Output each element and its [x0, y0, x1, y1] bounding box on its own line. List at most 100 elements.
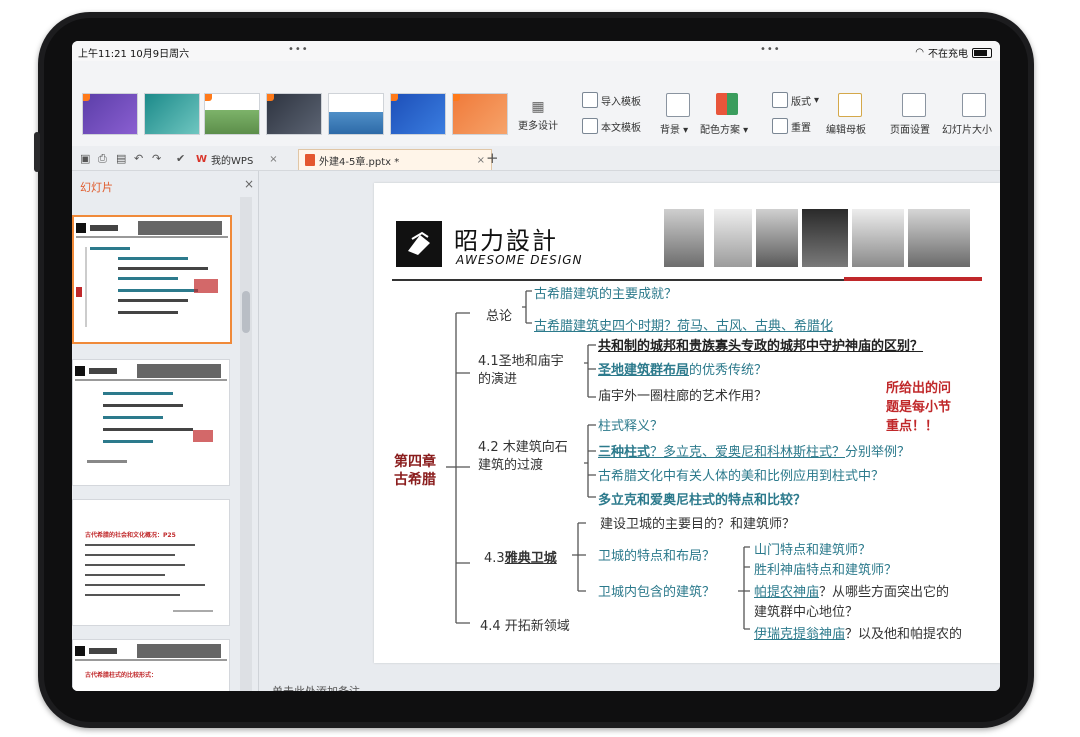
s41-item-3: 庙宇外一圈柱廊的艺术作用？	[598, 389, 768, 404]
slides-panel: 幻灯片 × 古代希腊的社会和文化概况：P25 古代希腊柱式的比较形式：	[72, 171, 259, 691]
new-tab-button[interactable]: +	[486, 149, 499, 167]
redo-icon[interactable]: ↷	[152, 152, 161, 165]
volume-button	[34, 132, 40, 172]
close-panel-icon[interactable]: ×	[244, 177, 254, 191]
section-4-1-node: 4.1圣地和庙宇 的演进	[478, 354, 564, 387]
s43-sub-2: 胜利神庙特点和建筑师？	[754, 563, 898, 578]
more-design-label: 更多设计	[518, 121, 558, 132]
s42-item-3: 古希腊文化中有关人体的美和比例应用到柱式中？	[598, 469, 885, 484]
grid-icon: ▦	[531, 99, 545, 115]
section-4-2-node: 4.2 木建筑向石 建筑的过渡	[478, 440, 568, 473]
premium-tag-icon	[391, 94, 398, 101]
document-tab-bar: ▣ ⎙ ▤ ↶ ↷ ✔ W 我的WPS × 外建4-5章.pptx * × +	[72, 146, 1000, 171]
reset-icon	[772, 118, 788, 134]
s43-sub-3-key: 帕提农神庙	[754, 585, 820, 600]
slide-canvas: 昭力設計 AWESOME DESIGN 第四章 古希腊 总论 古希腊建筑的主要成…	[262, 171, 1000, 691]
current-slide[interactable]: 昭力設計 AWESOME DESIGN 第四章 古希腊 总论 古希腊建筑的主要成…	[374, 183, 1000, 663]
overview-item-2: 古希腊建筑史四个时期？荷马、古风、古典、希腊化	[534, 319, 834, 334]
template-icon	[582, 118, 598, 134]
slide-thumb-4[interactable]: 古代希腊柱式的比较形式：	[72, 639, 230, 691]
page-setup-label: 页面设置	[890, 125, 930, 136]
slides-scrollbar[interactable]	[240, 197, 252, 691]
s41-item-2-rest: 的优秀传统？	[689, 363, 768, 378]
slide-thumb-3[interactable]: 古代希腊的社会和文化概况：P25	[72, 499, 230, 626]
background-icon	[666, 93, 690, 117]
s42-item-2-key: 三种柱式	[598, 445, 651, 460]
s42-item-2-mid: ？多立克、爱奥尼和科林斯柱式？	[650, 445, 846, 460]
page-setup-button[interactable]: 页面设置	[890, 121, 930, 136]
s43-sub-4-rest: ？以及他和帕提农的	[845, 627, 963, 642]
template-thumb-7[interactable]	[452, 93, 508, 135]
s43-sub-1: 山门特点和建筑师？	[754, 543, 872, 558]
slide-thumb-1[interactable]	[72, 215, 232, 344]
undo-icon[interactable]: ↶	[134, 152, 143, 165]
slide-thumb-4-heading: 古代希腊柱式的比较形式：	[85, 672, 158, 679]
status-time: 上午11:21 10月9日周六	[78, 45, 189, 60]
edit-master-button[interactable]: 编辑母板	[826, 121, 866, 136]
ios-status-bar: 上午11:21 10月9日周六 ••• ••• ◠ 不在充电	[72, 41, 1000, 61]
tablet-screen: 上午11:21 10月9日周六 ••• ••• ◠ 不在充电 ▦ 更多设计 导入…	[72, 41, 1000, 691]
s42-item-1: 柱式释义？	[598, 419, 664, 434]
background-button[interactable]: 背景 ▾	[660, 121, 688, 136]
premium-tag-icon	[83, 94, 90, 101]
import-template-label: 导入模板	[601, 96, 641, 108]
s42-item-2-tail: 分别举例？	[845, 445, 911, 460]
slide-size-label: 幻灯片大小	[942, 125, 992, 136]
body-template-label: 本文模板	[601, 122, 641, 134]
charging-text: 不在充电	[928, 49, 968, 60]
s43-title: 雅典卫城	[504, 551, 557, 566]
s43-sub-4-key: 伊瑞克提翁神庙	[754, 627, 846, 642]
template-thumb-3[interactable]	[204, 93, 260, 135]
s43-item-2: 卫城的特点和布局？	[598, 549, 716, 564]
s43-sub-3: 帕提农神庙？从哪些方面突出它的	[754, 581, 949, 600]
status-right: ◠ 不在充电	[915, 45, 992, 60]
tab-my-wps[interactable]: W 我的WPS ×	[190, 149, 284, 169]
time-text: 上午11:21	[78, 49, 127, 60]
slides-panel-title: 幻灯片	[80, 181, 113, 194]
s43-sub-3-rest: ？从哪些方面突出它的	[819, 585, 950, 600]
slide-thumb-2[interactable]	[72, 359, 230, 486]
tab-document-label: 外建4-5章.pptx *	[319, 156, 400, 168]
slide-thumb-1-preview	[76, 221, 228, 327]
check-icon[interactable]: ✔	[176, 152, 185, 165]
page-setup-icon	[902, 93, 926, 117]
overview-node: 总论	[486, 309, 513, 324]
tab-document[interactable]: 外建4-5章.pptx * ×	[298, 149, 492, 170]
template-thumb-1[interactable]	[82, 93, 138, 135]
premium-tag-icon	[205, 94, 212, 101]
multitask-dots-right[interactable]: •••	[760, 44, 781, 55]
template-thumb-4[interactable]	[266, 93, 322, 135]
s41-item-2: 圣地建筑群布局的优秀传统？	[598, 359, 767, 378]
more-design-button[interactable]: ▦ 更多设计	[518, 99, 558, 132]
color-scheme-icon	[716, 93, 738, 115]
s41-item-1: 共和制的城邦和贵族寡头专政的城邦中守护神庙的区别？	[598, 339, 924, 354]
template-thumb-6[interactable]	[390, 93, 446, 135]
slide-size-button[interactable]: 幻灯片大小	[942, 121, 992, 136]
tab-close-icon[interactable]: ×	[269, 154, 277, 165]
template-thumb-2[interactable]	[144, 93, 200, 135]
layout-button[interactable]: 版式 ▾	[772, 92, 819, 108]
color-scheme-button[interactable]: 配色方案 ▾	[700, 121, 748, 136]
s43-item-3: 卫城内包含的建筑？	[598, 585, 716, 600]
pptx-file-icon	[305, 154, 315, 166]
body-template-button[interactable]: 本文模板	[582, 118, 641, 134]
multitask-dots-left[interactable]: •••	[288, 44, 309, 55]
print-icon[interactable]: ⎙	[98, 152, 107, 166]
slide-size-icon	[962, 93, 986, 117]
s41-item-2-key: 圣地建筑群布局	[598, 363, 690, 378]
reset-button[interactable]: 重置	[772, 118, 811, 134]
import-template-button[interactable]: 导入模板	[582, 92, 641, 108]
notes-placeholder[interactable]: 单击此处添加备注	[272, 683, 360, 691]
save-icon[interactable]: ▣	[80, 152, 90, 165]
premium-tag-icon	[267, 94, 274, 101]
template-thumb-5[interactable]	[328, 93, 384, 135]
slides-scroll-thumb[interactable]	[242, 291, 250, 333]
color-scheme-label: 配色方案	[700, 125, 740, 136]
s43-sub-3-line2: 建筑群中心地位？	[754, 605, 859, 620]
tab-close-icon[interactable]: ×	[477, 155, 485, 166]
export-icon[interactable]: ▤	[116, 152, 126, 165]
wps-logo-icon: W	[196, 153, 208, 165]
date-text: 10月9日周六	[130, 49, 190, 60]
slide-thumb-2-preview	[75, 364, 227, 463]
battery-icon	[972, 47, 992, 58]
